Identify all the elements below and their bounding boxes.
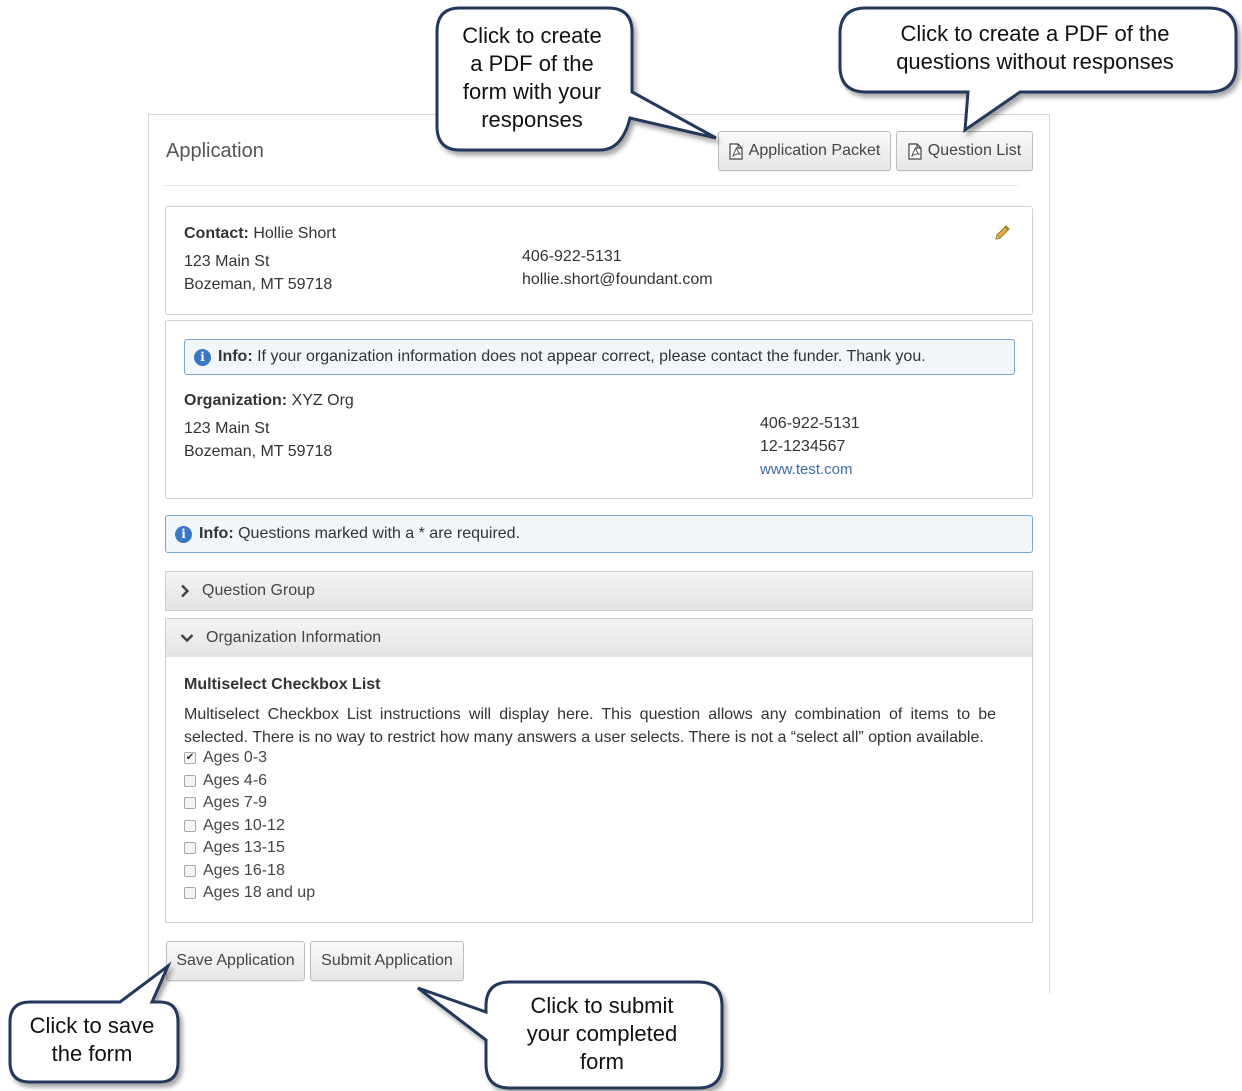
callout-text-packet: Click to create a PDF of the form with y…	[462, 23, 602, 132]
callout-text-submit: Click to submit your completed form	[526, 993, 678, 1074]
callout-text-save: Click to save the form	[29, 1013, 155, 1066]
callout-text-question-list: Click to create a PDF of the questions w…	[896, 21, 1174, 74]
callout-overlay	[8, 6, 1238, 1090]
